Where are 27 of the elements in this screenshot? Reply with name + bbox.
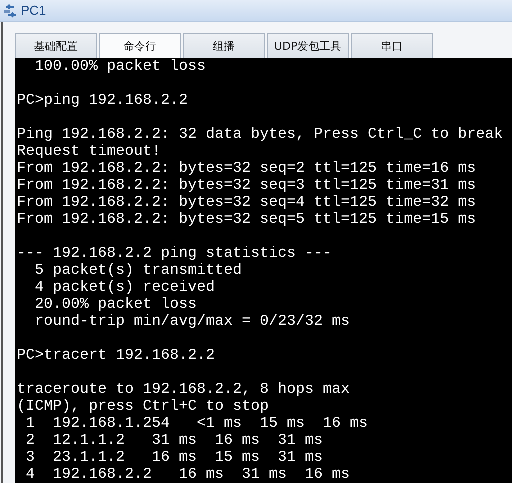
terminal-line: 4 192.168.2.2 16 ms 31 ms 16 ms: [25, 466, 352, 483]
network-icon: [4, 4, 18, 18]
terminal-line: From 192.168.2.2: bytes=32 seq=5 ttl=125 time=15 ms: [17, 211, 478, 228]
terminal-line: 4 packet(s) received: [34, 279, 216, 296]
terminal-line: 100.00% packet loss: [34, 58, 208, 75]
tab[interactable]: UDP发包工具: [267, 33, 349, 58]
terminal-line: PC>ping 192.168.2.2: [17, 92, 190, 109]
terminal-line: From 192.168.2.2: bytes=32 seq=4 ttl=125 time=32 ms: [17, 194, 478, 211]
terminal-line: (ICMP), press Ctrl+C to stop: [17, 398, 270, 415]
tab[interactable]: 串口: [351, 33, 433, 58]
terminal-line: round-trip min/avg/max = 0/23/32 ms: [34, 313, 352, 330]
terminal-line: 2 12.1.1.2 31 ms 16 ms 31 ms: [25, 432, 324, 449]
tab[interactable]: 基础配置: [15, 33, 97, 58]
tab[interactable]: 命令行: [99, 33, 181, 58]
terminal-line: Ping 192.168.2.2: 32 data bytes, Press Ctrl_C to break: [17, 126, 504, 143]
terminal-line: --- 192.168.2.2 ping statistics ---: [17, 245, 334, 262]
window-title: PC1: [21, 3, 46, 18]
terminal-line: 3 23.1.1.2 16 ms 15 ms 31 ms: [25, 449, 324, 466]
terminal-line: From 192.168.2.2: bytes=32 seq=2 ttl=125 time=16 ms: [17, 160, 478, 177]
terminal-line: 20.00% packet loss: [34, 296, 198, 313]
terminal-line: 1 192.168.1.254 <1 ms 15 ms 16 ms: [25, 415, 370, 432]
terminal-line: 5 packet(s) transmitted: [34, 262, 244, 279]
terminal-line: PC>tracert 192.168.2.2: [17, 347, 216, 364]
terminal-line: Request timeout!: [17, 143, 162, 160]
terminal-line: traceroute to 192.168.2.2, 8 hops max: [17, 381, 352, 398]
terminal-line: From 192.168.2.2: bytes=32 seq=3 ttl=125 time=31 ms: [17, 177, 478, 194]
tab[interactable]: 组播: [183, 33, 265, 58]
